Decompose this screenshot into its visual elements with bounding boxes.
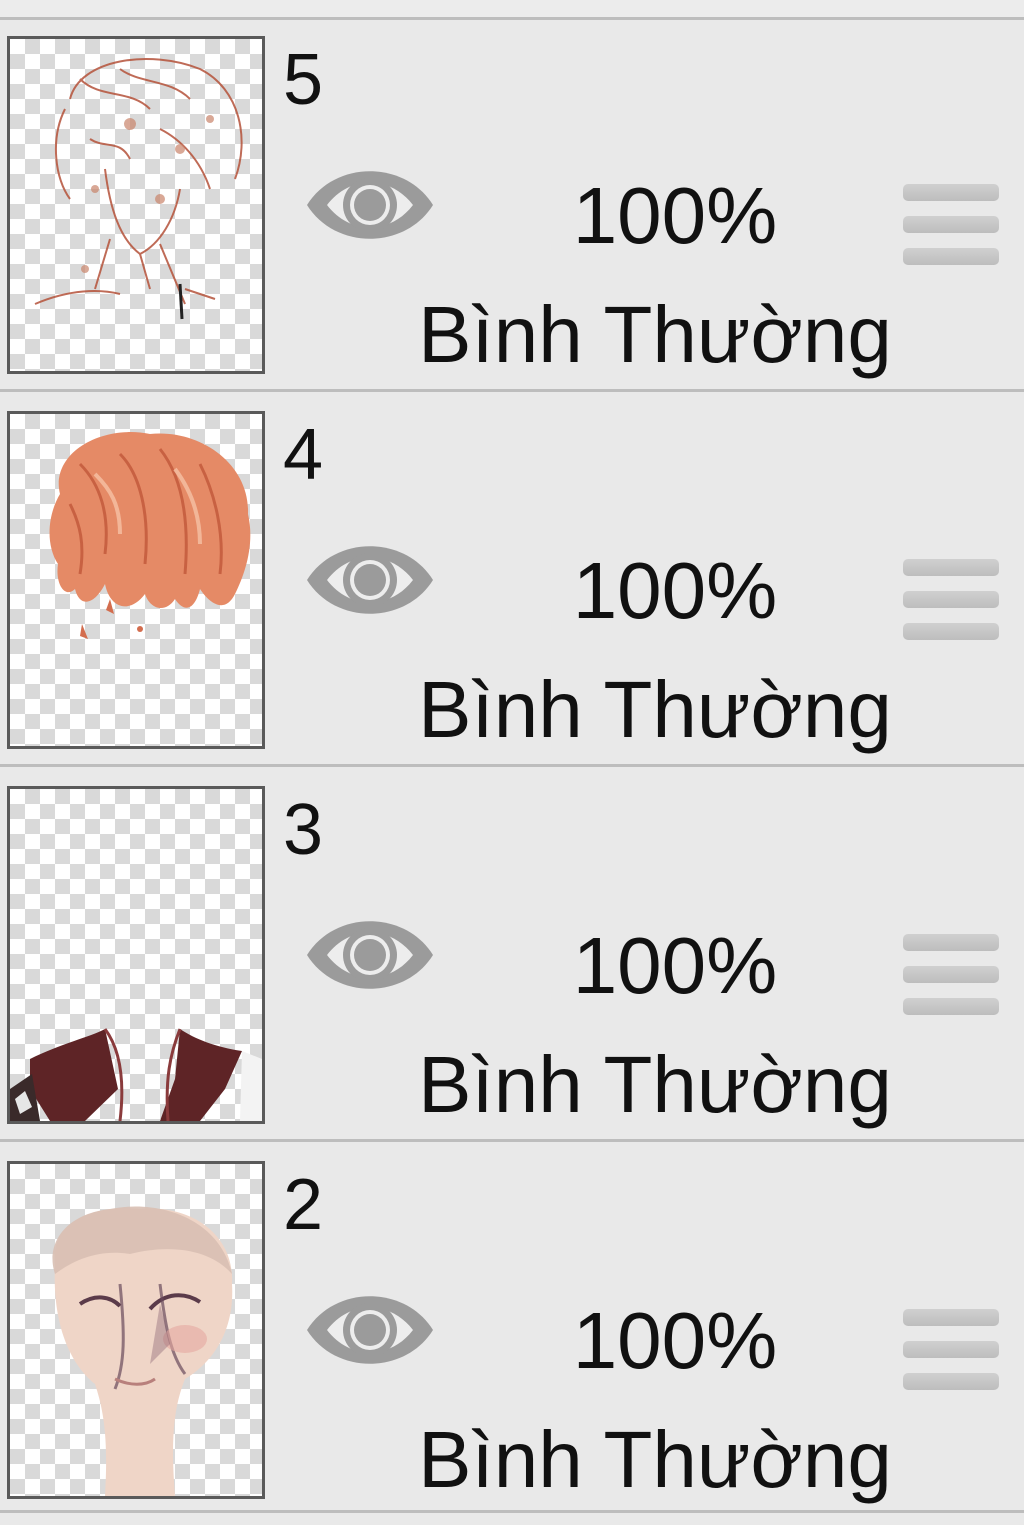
face-thumbnail-image (52, 1206, 233, 1496)
layer-row-3[interactable]: 3 100% Bình Thường (0, 770, 1024, 1142)
blend-mode-label[interactable]: Bình Thường (390, 1045, 920, 1125)
layers-panel: 5 100% Bình Thường 4 100% Bình Thường 3 … (0, 0, 1024, 1525)
eye-icon[interactable] (305, 160, 435, 250)
opacity-value[interactable]: 100% (560, 1301, 790, 1381)
blend-mode-label[interactable]: Bình Thường (390, 1420, 920, 1500)
layer-number: 3 (283, 790, 324, 870)
previous-layer-edge (0, 0, 1024, 20)
blend-mode-label[interactable]: Bình Thường (390, 295, 920, 375)
eye-icon[interactable] (305, 910, 435, 1000)
layer-number: 4 (283, 415, 324, 495)
opacity-value[interactable]: 100% (560, 551, 790, 631)
drag-handle-icon[interactable] (903, 555, 1003, 645)
sketch-thumbnail-image (34, 58, 243, 320)
drag-handle-icon[interactable] (903, 1305, 1003, 1395)
hair-thumbnail-image (49, 432, 251, 639)
eye-icon[interactable] (305, 1285, 435, 1375)
eye-icon[interactable] (305, 535, 435, 625)
layer-number: 2 (283, 1165, 324, 1245)
layer-thumbnail[interactable] (7, 786, 265, 1124)
opacity-value[interactable]: 100% (560, 926, 790, 1006)
drag-handle-icon[interactable] (903, 930, 1003, 1020)
collar-thumbnail-image (10, 1028, 262, 1121)
layer-row-5[interactable]: 5 100% Bình Thường (0, 20, 1024, 392)
blend-mode-label[interactable]: Bình Thường (390, 670, 920, 750)
opacity-value[interactable]: 100% (560, 176, 790, 256)
layer-thumbnail[interactable] (7, 1161, 265, 1499)
drag-handle-icon[interactable] (903, 180, 1003, 270)
layer-thumbnail[interactable] (7, 411, 265, 749)
layer-row-4[interactable]: 4 100% Bình Thường (0, 395, 1024, 767)
layer-row-2[interactable]: 2 100% Bình Thường (0, 1145, 1024, 1513)
layer-number: 5 (283, 40, 324, 120)
layer-thumbnail[interactable] (7, 36, 265, 374)
